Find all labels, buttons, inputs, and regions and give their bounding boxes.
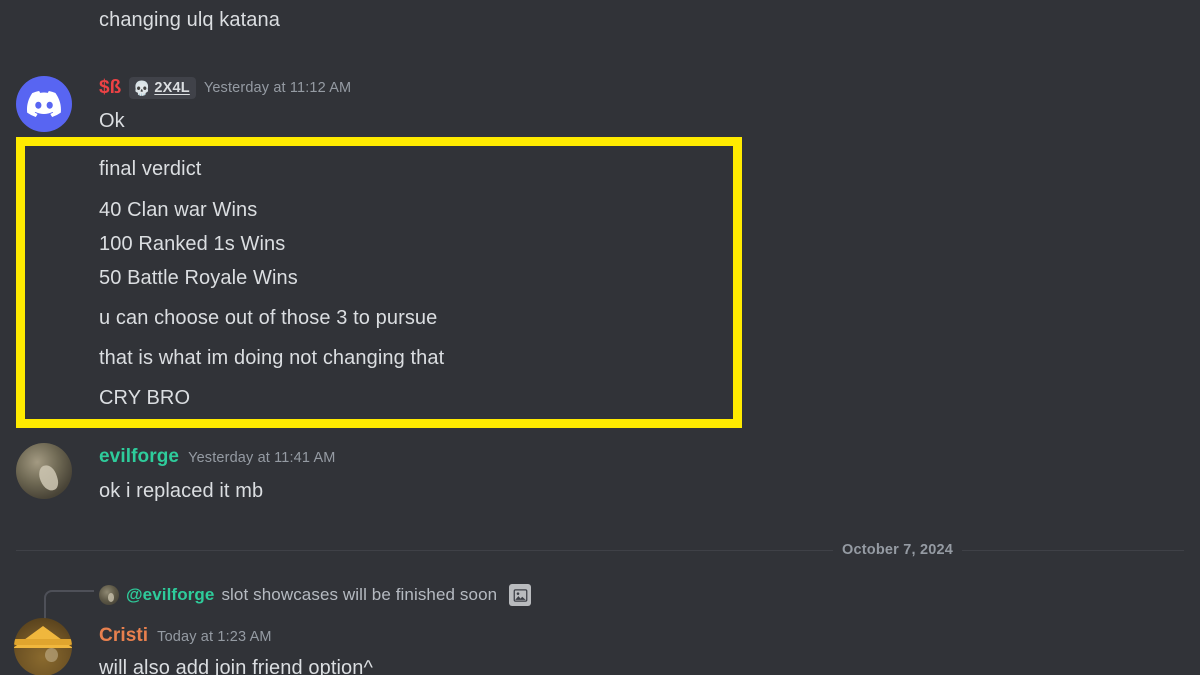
highlighted-line-choose-out-of-those: u can choose out of those 3 to pursue [99,307,438,329]
avatar-discord-logo[interactable] [16,76,72,132]
reply-preview[interactable]: @evilforge slot showcases will be finish… [99,584,532,606]
skull-emoji-icon: 💀 [133,79,151,96]
badge-label: 2X4L [154,79,190,96]
user-badge-2x4l[interactable]: 💀 2X4L [129,77,196,99]
highlighted-line-cry-bro: CRY BRO [99,387,191,409]
message-timestamp-2: Yesterday at 11:41 AM [188,450,336,466]
message-text-ok: Ok [99,110,125,132]
username-cristi[interactable]: Cristi [99,625,148,647]
message-header-2: evilforge Yesterday at 11:41 AM [99,446,336,468]
reply-mention-evilforge[interactable]: @evilforge [126,585,214,605]
message-header-3: Cristi Today at 1:23 AM [99,625,272,647]
divider-rule-left [16,550,833,551]
username-dollar-beta[interactable]: $ß [99,77,121,99]
message-text-join-friend-option: will also add join friend option^ [99,657,373,675]
straw-hat-brim [14,638,72,645]
date-divider: October 7, 2024 [16,542,1184,558]
username-evilforge[interactable]: evilforge [99,446,179,468]
yellow-highlight-annotation: final verdict 40 Clan war Wins 100 Ranke… [16,137,742,428]
highlighted-line-final-verdict: final verdict [99,158,202,180]
avatar-cristi[interactable] [14,618,72,675]
image-attachment-icon [509,584,532,606]
message-timestamp-3: Today at 1:23 AM [157,629,272,645]
avatar-face-highlight [45,648,59,663]
highlighted-line-clan-war-wins: 40 Clan war Wins [99,199,258,221]
highlighted-line-ranked-1s-wins: 100 Ranked 1s Wins [99,233,286,255]
highlighted-line-battle-royale-wins: 50 Battle Royale Wins [99,267,298,289]
discord-chat-window: changing ulq katana $ß 💀 2X4L Yesterday … [0,0,1200,675]
divider-rule-right [962,550,1184,551]
reply-preview-text: slot showcases will be finished soon [221,585,498,604]
date-divider-label: October 7, 2024 [842,541,953,558]
message-header-1: $ß 💀 2X4L Yesterday at 11:12 AM [99,77,351,99]
reply-avatar-evilforge [99,585,119,605]
highlighted-line-not-changing-that: that is what im doing not changing that [99,347,445,369]
message-text-partial-top: changing ulq katana [99,9,280,31]
avatar-evilforge[interactable] [16,443,72,499]
message-timestamp-1: Yesterday at 11:12 AM [203,80,352,96]
message-text-ok-i-replaced-it: ok i replaced it mb [99,480,264,502]
